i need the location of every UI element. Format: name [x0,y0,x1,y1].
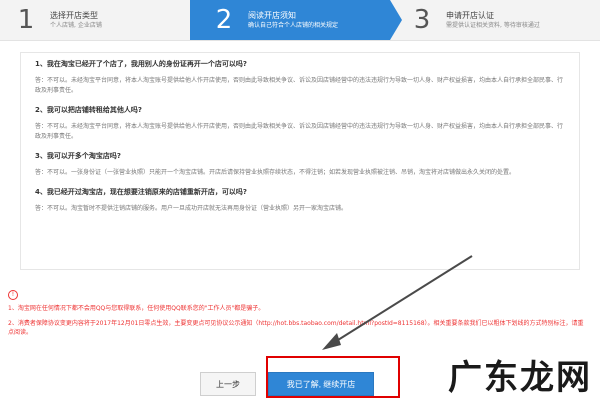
faq-answer: 答：不可以。一张身份证（一张营业执照）只能开一个淘宝店铺。开店后请保持营业执照存… [35,169,516,176]
faq-answer: 答：不可以。未经淘宝平台同意，将本人淘宝账号提供给他人作开店使用，否则由此导致相… [35,77,564,94]
step-2-active: 2 阅读开店须知 确认自己符合个人店铺的相关规定 [190,0,402,40]
step-number: 2 [215,5,233,35]
step-3: 3 申请开店认证 需提供认证相关资料, 等待审核通过 [390,0,600,40]
progress-steps: 1 选择开店类型 个人店铺, 企业店铺 2 阅读开店须知 确认自己符合个人店铺的… [0,0,600,41]
step-subtitle: 确认自己符合个人店铺的相关规定 [248,22,339,29]
faq-question: 1、我在淘宝已经开了个店了，我用别人的身份证再开一个店可以吗? [35,60,247,68]
step-number: 3 [413,5,431,35]
warning-icon: ! [8,290,18,300]
warning-line-2: 2、消费者保障协议变更内容将于2017年12月01日零点生效，主要变更点可见协议… [8,320,584,336]
step-title: 阅读开店须知 [248,11,296,20]
faq-question: 2、我可以把店铺转租给其他人吗? [35,106,142,114]
faq-panel[interactable]: 1、我在淘宝已经开了个店了，我用别人的身份证再开一个店可以吗? 答：不可以。未经… [20,52,580,270]
faq-answer: 答：不可以。淘宝暂时不提供注销店铺的服务。用户一旦成功开店就无法再用身份证（营业… [35,205,348,212]
step-1: 1 选择开店类型 个人店铺, 企业店铺 [0,0,190,40]
faq-item: 1、我在淘宝已经开了个店了，我用别人的身份证再开一个店可以吗? 答：不可以。未经… [35,59,565,96]
site-watermark: 广东龙网 [448,358,592,398]
step-number: 1 [17,5,35,35]
faq-item: 3、我可以开多个淘宝店吗? 答：不可以。一张身份证（一张营业执照）只能开一个淘宝… [35,151,565,178]
step-subtitle: 个人店铺, 企业店铺 [50,22,102,29]
step-title: 申请开店认证 [446,11,494,20]
faq-answer: 答：不可以。未经淘宝平台同意，将本人淘宝账号提供给他人作开店使用，否则由此导致相… [35,123,564,140]
step-subtitle: 需提供认证相关资料, 等待审核通过 [446,22,540,29]
warning-line-1: 1、淘宝网在任何情况下都不会用QQ与您取得联系，任何使用QQ联系您的"工作人员"… [8,305,265,312]
continue-open-shop-button[interactable]: 我已了解, 继续开店 [268,372,374,396]
faq-question: 4、我已经开过淘宝店，现在想要注销原来的店铺重新开店，可以吗? [35,188,247,196]
faq-item: 4、我已经开过淘宝店，现在想要注销原来的店铺重新开店，可以吗? 答：不可以。淘宝… [35,187,565,214]
faq-question: 3、我可以开多个淘宝店吗? [35,152,121,160]
step-title: 选择开店类型 [50,11,98,20]
faq-item: 2、我可以把店铺转租给其他人吗? 答：不可以。未经淘宝平台同意，将本人淘宝账号提… [35,105,565,142]
previous-step-button[interactable]: 上一步 [200,372,256,396]
